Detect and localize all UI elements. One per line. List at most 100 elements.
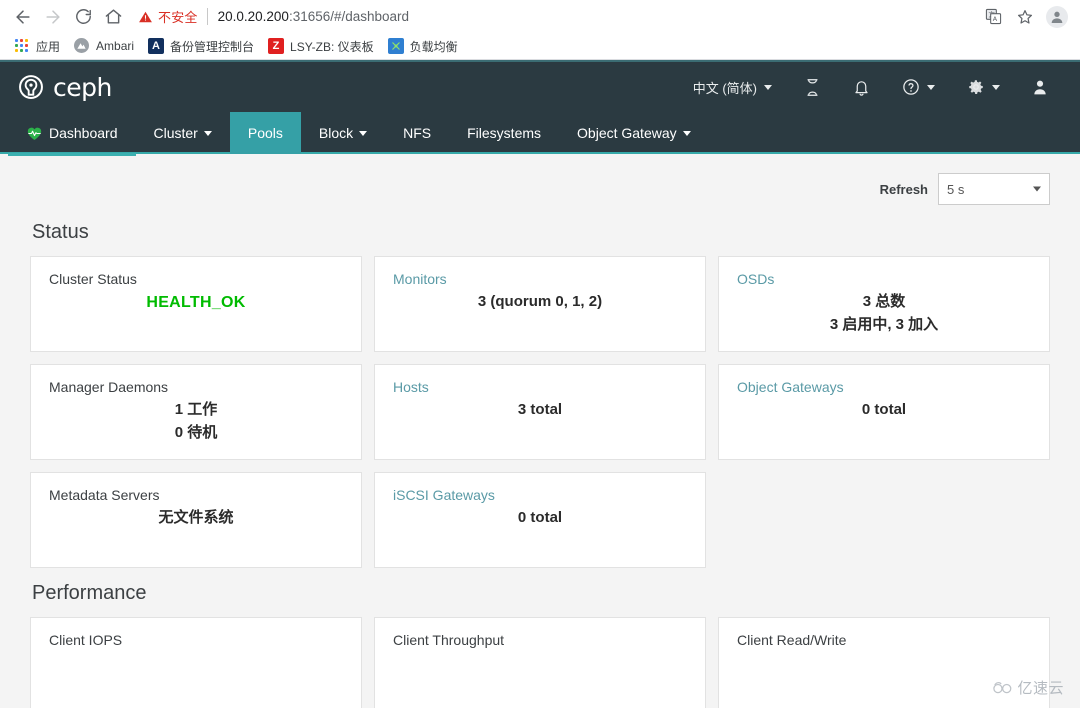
letter-z-icon: Z: [268, 38, 285, 54]
letter-a-icon: A: [148, 38, 165, 54]
back-button[interactable]: [8, 3, 38, 31]
card-title[interactable]: OSDs: [737, 271, 1031, 287]
iscsi-gateways-card[interactable]: iSCSI Gateways 0 total: [374, 472, 706, 568]
card-body: HEALTH_OK: [49, 289, 343, 341]
help-icon[interactable]: [886, 61, 951, 113]
card-value-secondary: 3 启用中, 3 加入: [829, 315, 939, 333]
nav-dashboard[interactable]: Dashboard: [8, 112, 136, 156]
manager-daemons-card[interactable]: Manager Daemons 1 工作 0 待机: [30, 364, 362, 460]
card-value: 0 total: [861, 401, 907, 418]
bookmark-label: 备份管理控制台: [170, 39, 255, 54]
bookmark-label: Ambari: [96, 39, 135, 53]
ceph-logo-icon: [19, 75, 43, 99]
svg-text:A: A: [992, 15, 997, 23]
nav-nfs[interactable]: NFS: [385, 112, 449, 154]
monitors-card[interactable]: Monitors 3 (quorum 0, 1, 2): [374, 256, 706, 352]
person-icon: [1034, 80, 1046, 95]
nav-object-gateway[interactable]: Object Gateway: [559, 112, 709, 154]
refresh-interval-select[interactable]: 5 s: [938, 173, 1050, 205]
card-title[interactable]: Hosts: [393, 379, 687, 395]
status-card-grid: Cluster Status HEALTH_OK Monitors 3 (quo…: [30, 256, 1050, 568]
heart-pulse-icon: [27, 127, 42, 140]
nav-label: Cluster: [153, 125, 198, 141]
bookmark-label: 负载均衡: [409, 39, 458, 54]
notifications-bell-icon[interactable]: [837, 61, 886, 113]
card-value: HEALTH_OK: [146, 294, 246, 311]
chevron-down-icon: [203, 130, 212, 136]
osds-card[interactable]: OSDs 3 总数 3 启用中, 3 加入: [718, 256, 1050, 352]
card-title[interactable]: Object Gateways: [737, 379, 1031, 395]
url-path: :31656/#/dashboard: [288, 9, 410, 24]
ceph-header-actions: 中文 (简体): [677, 61, 1064, 113]
bookmark-load-balancer[interactable]: 负载均衡: [382, 36, 466, 57]
performance-card-grid: Client IOPS Client Throughput Client Rea…: [30, 617, 1050, 708]
cluster-status-card[interactable]: Cluster Status HEALTH_OK: [30, 256, 362, 352]
url-host: 20.0.20.200: [217, 9, 289, 24]
settings-gear-icon[interactable]: [951, 61, 1016, 113]
nav-label: Dashboard: [49, 125, 118, 141]
hosts-card[interactable]: Hosts 3 total: [374, 364, 706, 460]
nav-block[interactable]: Block: [301, 112, 385, 154]
toolbar-right-group: 文 A: [978, 3, 1072, 31]
tasks-icon[interactable]: [788, 61, 837, 113]
dashboard-content: Refresh 5 s Status Cluster Status HEALTH…: [0, 154, 1080, 708]
card-body: 0 total: [393, 505, 687, 557]
insecure-warning[interactable]: 不安全: [138, 7, 198, 26]
nav-label: Filesystems: [467, 125, 542, 141]
nav-cluster[interactable]: Cluster: [136, 112, 230, 154]
ceph-brand-text: ceph: [53, 72, 112, 102]
nav-pools[interactable]: Pools: [229, 112, 301, 154]
user-icon[interactable]: [1016, 61, 1064, 113]
nav-label: Object Gateway: [577, 125, 677, 141]
card-value: 3 总数: [862, 293, 906, 310]
bookmark-ambari[interactable]: Ambari: [68, 36, 142, 56]
address-bar[interactable]: 不安全 20.0.20.200:31656/#/dashboard: [138, 3, 972, 30]
object-gateways-card[interactable]: Object Gateways 0 total: [718, 364, 1050, 460]
bookmark-apps[interactable]: 应用: [8, 36, 68, 57]
client-iops-card[interactable]: Client IOPS: [30, 617, 362, 708]
forward-button[interactable]: [38, 3, 68, 31]
chevron-down-icon: [764, 84, 772, 90]
card-body: 1 工作 0 待机: [49, 397, 343, 449]
card-body: 3 (quorum 0, 1, 2): [393, 289, 687, 341]
card-value: 无文件系统: [158, 509, 234, 526]
reload-button[interactable]: [68, 3, 98, 31]
nav-filesystems[interactable]: Filesystems: [449, 112, 559, 154]
watermark-logo-icon: [993, 682, 1012, 694]
profile-avatar[interactable]: [1042, 3, 1072, 31]
ambari-icon: [74, 38, 90, 54]
card-title: Client Read/Write: [737, 632, 847, 648]
card-body: 3 total: [393, 397, 687, 449]
bookmark-lsy-zb[interactable]: Z LSY-ZB: 仪表板: [262, 36, 382, 57]
watermark: 亿速云: [992, 677, 1064, 698]
chevron-down-icon: [682, 130, 691, 136]
home-button[interactable]: [98, 3, 128, 31]
chevron-down-icon: [359, 130, 368, 136]
hourglass-icon: [807, 78, 818, 96]
bookmark-star-icon[interactable]: [1010, 3, 1040, 31]
metadata-servers-card[interactable]: Metadata Servers 无文件系统: [30, 472, 362, 568]
question-circle-icon: [903, 79, 919, 95]
browser-chrome: 不安全 20.0.20.200:31656/#/dashboard 文 A: [0, 0, 1080, 60]
insecure-label: 不安全: [158, 10, 198, 25]
refresh-label: Refresh: [879, 181, 928, 197]
card-value-secondary: 0 待机: [174, 423, 218, 441]
performance-section-title: Performance: [32, 582, 147, 604]
bell-icon: [855, 80, 868, 96]
refresh-control: Refresh 5 s: [30, 154, 1050, 207]
avatar: [1046, 5, 1068, 28]
ceph-brand-logo[interactable]: ceph: [16, 72, 112, 102]
refresh-interval-value: 5 s: [947, 181, 965, 197]
card-title[interactable]: Monitors: [393, 271, 687, 287]
load-balancer-icon: [387, 38, 404, 54]
bookmark-backup-console[interactable]: A 备份管理控制台: [142, 36, 262, 57]
card-body: 3 总数 3 启用中, 3 加入: [737, 289, 1031, 341]
client-throughput-card[interactable]: Client Throughput: [374, 617, 706, 708]
language-selector[interactable]: 中文 (简体): [677, 61, 788, 113]
translate-icon[interactable]: 文 A: [978, 3, 1008, 31]
card-value: 0 total: [517, 509, 563, 526]
omnibox-divider: [206, 8, 208, 25]
watermark-text: 亿速云: [1017, 680, 1064, 697]
card-title[interactable]: iSCSI Gateways: [393, 487, 687, 503]
ceph-dashboard-app: ceph 中文 (简体) Dashboard Cluster Pools Blo…: [0, 60, 1080, 708]
